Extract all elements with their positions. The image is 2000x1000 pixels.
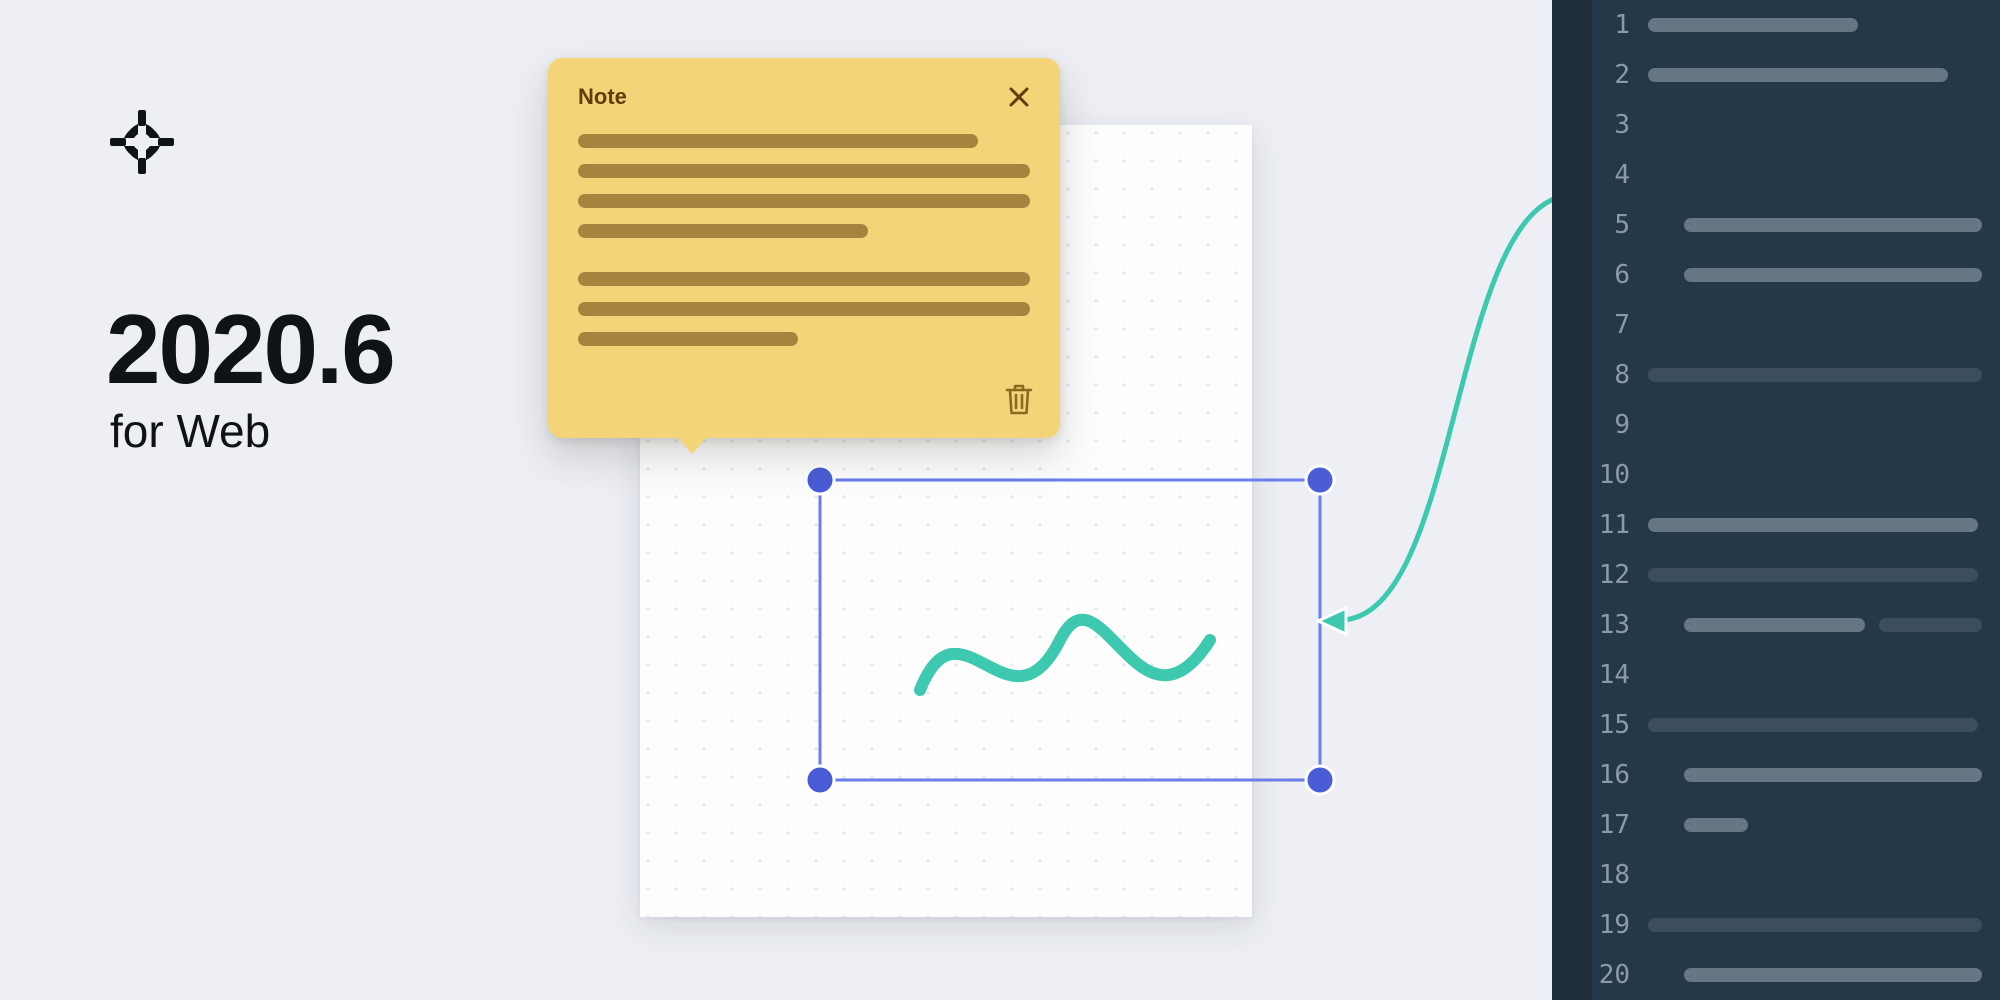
note-text-line [578,134,978,148]
code-token [1648,918,1982,932]
line-number: 12 [1592,560,1648,590]
code-line[interactable]: 15 [1592,700,2000,750]
line-number: 19 [1592,910,1648,940]
code-content [1648,818,2000,832]
code-token [1684,268,1982,282]
code-line[interactable]: 20 [1592,950,2000,1000]
line-number: 20 [1592,960,1648,990]
code-line[interactable]: 6 [1592,250,2000,300]
code-token [1648,68,1948,82]
globe-icon [110,110,174,179]
note-text-line [578,224,868,238]
code-content [1648,718,2000,732]
code-line[interactable]: 19 [1592,900,2000,950]
code-content [1648,968,2000,982]
note-title: Note [578,84,627,110]
code-line-list: 1234567891011121314151617181920 [1592,0,2000,1000]
code-token [1648,568,1978,582]
ink-squiggle [920,620,1210,690]
code-content [1648,368,2000,382]
line-number: 3 [1592,110,1648,140]
line-number: 13 [1592,610,1648,640]
code-token [1684,618,1865,632]
code-content [1648,68,2000,82]
note-text-line [578,164,1030,178]
close-icon[interactable] [1008,86,1030,108]
code-content [1648,218,2000,232]
code-line[interactable]: 4 [1592,150,2000,200]
note-annotation[interactable]: Note [548,58,1060,438]
note-text-line [578,194,1030,208]
line-number: 16 [1592,760,1648,790]
code-content [1648,768,2000,782]
code-line[interactable]: 10 [1592,450,2000,500]
line-number: 15 [1592,710,1648,740]
code-line[interactable]: 1 [1592,0,2000,50]
platform-subhead: for Web [110,404,270,458]
code-token [1684,968,1982,982]
code-token [1648,518,1978,532]
line-number: 4 [1592,160,1648,190]
code-content [1648,518,2000,532]
trash-icon[interactable] [1004,382,1034,416]
code-line[interactable]: 12 [1592,550,2000,600]
code-token [1684,818,1748,832]
code-line[interactable]: 8 [1592,350,2000,400]
line-number: 9 [1592,410,1648,440]
note-body-paragraph-1 [578,134,1030,238]
line-number: 14 [1592,660,1648,690]
line-number: 2 [1592,60,1648,90]
code-content [1648,618,2000,632]
code-content [1648,568,2000,582]
version-headline: 2020.6 [106,300,394,398]
code-panel: 1234567891011121314151617181920 [1592,0,2000,1000]
line-number: 18 [1592,860,1648,890]
code-line[interactable]: 14 [1592,650,2000,700]
code-line[interactable]: 2 [1592,50,2000,100]
code-line[interactable]: 17 [1592,800,2000,850]
code-content [1648,18,2000,32]
note-text-line [578,302,1030,316]
code-line[interactable]: 5 [1592,200,2000,250]
code-line[interactable]: 13 [1592,600,2000,650]
line-number: 1 [1592,10,1648,40]
code-token [1684,768,1982,782]
line-number: 7 [1592,310,1648,340]
note-text-line [578,332,798,346]
code-token [1879,618,1982,632]
code-content [1648,918,2000,932]
line-number: 11 [1592,510,1648,540]
code-token [1648,368,1982,382]
code-line[interactable]: 16 [1592,750,2000,800]
line-number: 5 [1592,210,1648,240]
code-line[interactable]: 7 [1592,300,2000,350]
selection-frame[interactable] [810,470,1330,790]
panel-gutter [1552,0,1592,1000]
line-number: 17 [1592,810,1648,840]
code-line[interactable]: 11 [1592,500,2000,550]
code-line[interactable]: 9 [1592,400,2000,450]
code-content [1648,268,2000,282]
code-line[interactable]: 3 [1592,100,2000,150]
note-text-line [578,272,1030,286]
code-line[interactable]: 18 [1592,850,2000,900]
line-number: 6 [1592,260,1648,290]
line-number: 8 [1592,360,1648,390]
code-token [1684,218,1982,232]
code-token [1648,718,1978,732]
hero-canvas: 2020.6 for Web Note [0,0,1552,1000]
note-body-paragraph-2 [578,272,1030,346]
code-token [1648,18,1858,32]
line-number: 10 [1592,460,1648,490]
